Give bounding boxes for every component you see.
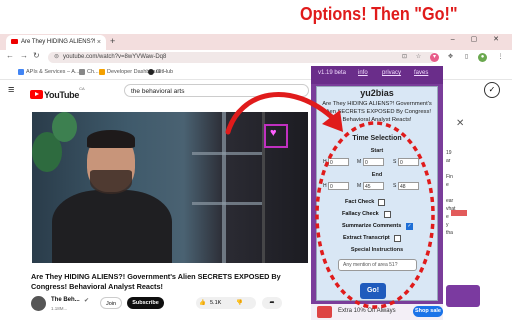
red-arrow (225, 92, 338, 135)
annotation-overlay (225, 92, 435, 309)
red-dashed-ellipse (315, 121, 435, 309)
